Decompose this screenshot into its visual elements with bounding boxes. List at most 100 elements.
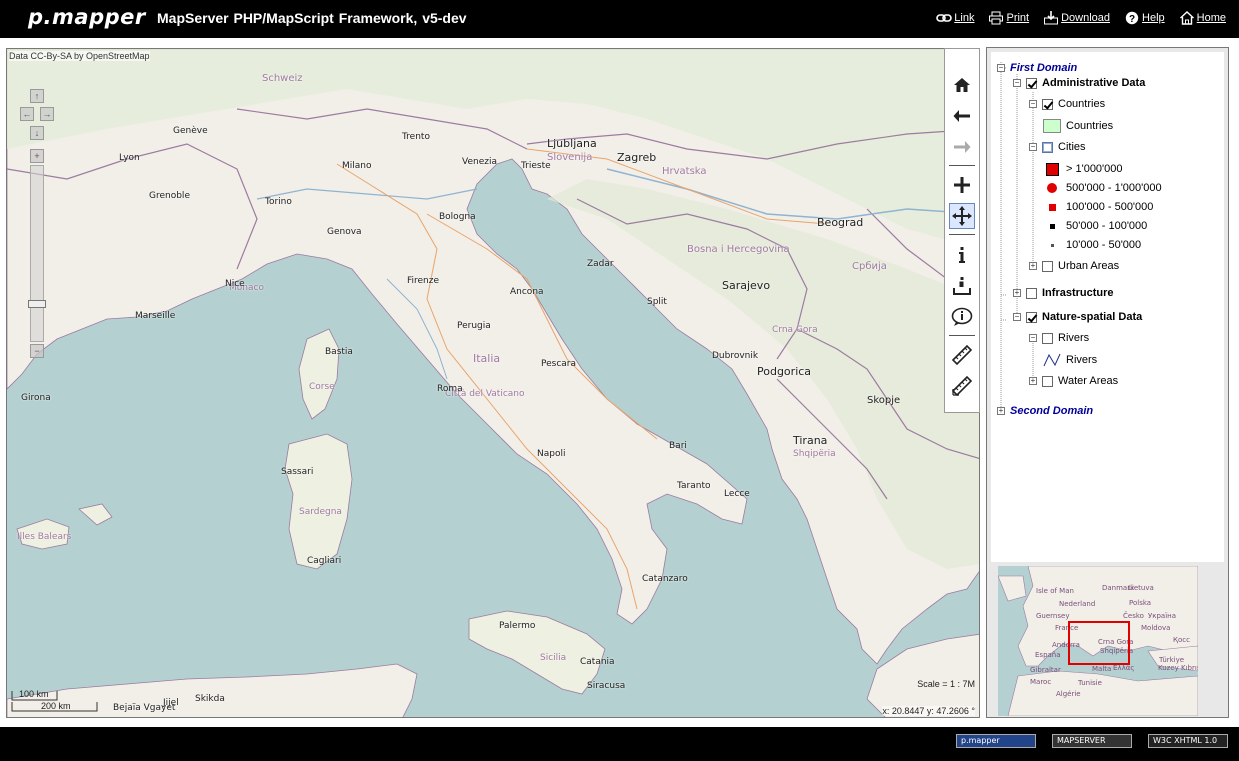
- home-icon: [954, 78, 970, 92]
- rivers-class-label: Rivers: [1066, 354, 1098, 366]
- water-areas-checkbox[interactable]: [1042, 375, 1053, 387]
- pan-right-button[interactable]: →: [40, 107, 54, 121]
- first-domain-label[interactable]: First Domain: [1010, 62, 1077, 74]
- map-place-label: Nice: [225, 279, 245, 289]
- countries-symbol: [1043, 119, 1061, 133]
- toc-layer-urban-areas: + Urban Areas: [1029, 260, 1119, 272]
- zoom-in-small-button[interactable]: +: [30, 149, 44, 163]
- map-canvas[interactable]: [7, 49, 980, 718]
- collapse-icon[interactable]: −: [1029, 143, 1037, 151]
- reference-place-label: Malta: [1092, 665, 1112, 673]
- second-domain-label[interactable]: Second Domain: [1010, 405, 1093, 417]
- map-place-label: Marseille: [135, 311, 176, 321]
- print-label: Print: [1006, 12, 1030, 24]
- app-title: MapServer PHP/MapScript Framework, v5-de…: [157, 10, 467, 26]
- map-place-label: Skikda: [195, 694, 225, 704]
- back-button[interactable]: [949, 103, 975, 129]
- zoom-in-button[interactable]: [949, 172, 975, 198]
- countries-checkbox[interactable]: [1042, 98, 1053, 110]
- link-button[interactable]: Link: [936, 11, 974, 25]
- map-place-label: Beograd: [817, 216, 864, 229]
- pmapper-logo: p.mapper: [28, 5, 146, 29]
- toc-second-domain[interactable]: + Second Domain: [997, 405, 1093, 417]
- map-coordinates: x: 20.8447 y: 47.2606 °: [882, 706, 975, 716]
- city-class-label: 10'000 - 50'000: [1066, 239, 1142, 251]
- collapse-icon[interactable]: −: [1013, 79, 1021, 87]
- rivers-class: Rivers: [1043, 353, 1097, 367]
- plus-icon: [954, 177, 970, 193]
- toc-group-admin: − Administrative Data: [1013, 77, 1145, 89]
- select-button[interactable]: [949, 273, 975, 299]
- reference-place-label: Isle of Man: [1036, 587, 1074, 595]
- zoom-slider-handle[interactable]: [28, 300, 46, 308]
- help-icon: ?: [1125, 11, 1139, 25]
- download-button[interactable]: Download: [1043, 11, 1110, 25]
- map-place-label: Jijel: [163, 698, 179, 708]
- city-class-label: 50'000 - 100'000: [1066, 220, 1148, 232]
- scale-bar: 100 km 200 km: [11, 689, 121, 713]
- infrastructure-checkbox[interactable]: [1026, 287, 1037, 299]
- cities-checkbox[interactable]: [1042, 141, 1053, 153]
- map-place-label: Roma: [437, 384, 463, 394]
- collapse-icon[interactable]: −: [1029, 100, 1037, 108]
- expand-icon[interactable]: +: [1013, 289, 1021, 297]
- city-class-2: 500'000 - 1'000'000: [1043, 181, 1162, 195]
- expand-icon[interactable]: +: [1029, 377, 1037, 385]
- expand-icon[interactable]: +: [997, 407, 1005, 415]
- map-place-label: Italia: [473, 352, 501, 365]
- map-place-label: Venezia: [462, 157, 497, 167]
- reference-place-label: Türkiye: [1159, 656, 1185, 664]
- toolbar-separator: [949, 234, 975, 235]
- pan-up-button[interactable]: ↑: [30, 89, 44, 103]
- zoom-out-small-button[interactable]: −: [30, 344, 44, 358]
- map-place-label: Catanzaro: [642, 574, 688, 584]
- help-label: Help: [1142, 12, 1165, 24]
- select-icon: [953, 277, 971, 295]
- expand-icon[interactable]: +: [1029, 262, 1037, 270]
- measure-button[interactable]: [949, 342, 975, 368]
- pan-left-button[interactable]: ←: [20, 107, 34, 121]
- map-place-label: Podgorica: [757, 365, 812, 378]
- home-label: Home: [1196, 12, 1226, 24]
- pan-button[interactable]: [949, 203, 975, 229]
- map-place-label: Taranto: [677, 481, 711, 491]
- admin-data-checkbox[interactable]: [1026, 77, 1037, 89]
- reference-map[interactable]: Danmark Isle of Man Nederland Polska Lietuva…: [998, 566, 1198, 716]
- collapse-icon[interactable]: −: [1013, 313, 1021, 321]
- map-place-label: Sicilia: [540, 653, 567, 663]
- home-link[interactable]: Home: [1179, 11, 1226, 25]
- map-place-label: Ancona: [510, 287, 544, 297]
- help-button[interactable]: ? Help: [1124, 11, 1165, 25]
- header-bar: p.mapper MapServer PHP/MapScript Framewo…: [0, 0, 1239, 38]
- link-icon: [936, 14, 953, 22]
- auto-identify-button[interactable]: [949, 304, 975, 330]
- collapse-icon[interactable]: −: [997, 64, 1005, 72]
- info-bubble-icon: [951, 307, 973, 326]
- map-place-label: Cagliari: [307, 556, 342, 566]
- urban-areas-checkbox[interactable]: [1042, 260, 1053, 272]
- map-view[interactable]: Ljubljana Zagreb Sarajevo Beograd Podgorica T…: [6, 48, 980, 718]
- pmapper-badge[interactable]: p.mapper: [956, 734, 1036, 748]
- rivers-checkbox[interactable]: [1042, 332, 1053, 344]
- map-place-label: Slovenija: [547, 152, 593, 163]
- zoom-slider-track[interactable]: [30, 165, 44, 342]
- measure-area-button[interactable]: [949, 373, 975, 399]
- mapserver-badge[interactable]: MAPSERVER: [1052, 734, 1132, 748]
- pan-down-button[interactable]: ↓: [30, 126, 44, 140]
- toc-layer-water-areas: + Water Areas: [1029, 375, 1118, 387]
- zoom-full-extent-button[interactable]: [949, 72, 975, 98]
- download-icon: [1044, 11, 1059, 25]
- toc-first-domain[interactable]: − First Domain: [997, 62, 1077, 74]
- reference-place-label: España: [1035, 651, 1061, 659]
- arrow-right-icon: [954, 141, 971, 153]
- nature-data-checkbox[interactable]: [1026, 311, 1037, 323]
- identify-button[interactable]: [949, 242, 975, 268]
- forward-button[interactable]: [949, 134, 975, 160]
- w3c-xhtml-badge[interactable]: W3C XHTML 1.0: [1148, 734, 1228, 748]
- reference-extent-box[interactable]: [1068, 621, 1130, 665]
- map-place-label: Genève: [173, 126, 208, 136]
- collapse-icon[interactable]: −: [1029, 334, 1037, 342]
- scale-200km-label: 200 km: [41, 701, 71, 711]
- print-button[interactable]: Print: [988, 11, 1029, 25]
- ruler-icon: [951, 344, 973, 366]
